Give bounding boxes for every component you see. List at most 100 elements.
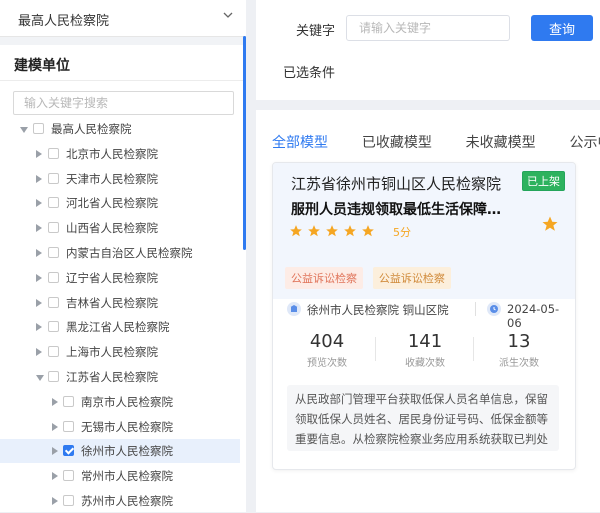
- model-list-panel: 全部模型 已收藏模型 未收藏模型 公示中 江苏省徐州市铜山区人民检察院 已上架 …: [256, 110, 600, 512]
- stat-value: 13: [507, 331, 531, 352]
- tree-node[interactable]: 徐州市人民检察院: [0, 439, 240, 464]
- tree-node[interactable]: 上海市人民检察院: [0, 340, 240, 364]
- caret-right-icon[interactable]: [36, 298, 42, 307]
- card-meta: 徐州市人民检察院 铜山区院 2024-05-06: [285, 300, 565, 330]
- tab-public[interactable]: 公示中: [569, 132, 600, 152]
- meta-divider: [475, 302, 476, 316]
- tree-checkbox[interactable]: [48, 371, 59, 382]
- tree-node[interactable]: 无锡市人民检察院: [0, 415, 240, 439]
- org-select-value: 最高人民检察院: [18, 14, 110, 29]
- tree-node-label: 常州市人民检察院: [81, 469, 173, 484]
- tree-node[interactable]: 吉林省人民检察院: [0, 291, 240, 315]
- tree-node-label: 辽宁省人民检察院: [66, 270, 158, 285]
- tree-node-label: 上海市人民检察院: [66, 345, 158, 360]
- card-org: 徐州市人民检察院 铜山区院: [307, 303, 449, 317]
- caret-right-icon[interactable]: [52, 397, 58, 406]
- tree-checkbox[interactable]: [48, 147, 59, 159]
- caret-down-icon[interactable]: [36, 375, 44, 381]
- left-panel: 最高人民检察院 建模单位 最高人民检察院北京市人民检察院天津市人民检察院河北省人…: [0, 0, 246, 512]
- stat-value: 404: [309, 331, 345, 352]
- tree-node[interactable]: 南京市人民检察院: [0, 390, 240, 414]
- tree-node-label: 徐州市人民检察院: [81, 444, 173, 459]
- rating-stars: [289, 223, 379, 238]
- tree-checkbox[interactable]: [48, 321, 59, 333]
- rating-score: 5分: [393, 226, 411, 239]
- tree-checkbox[interactable]: [48, 197, 59, 209]
- tab-favorited[interactable]: 已收藏模型: [362, 132, 432, 152]
- card-title[interactable]: 服刑人员违规领取最低生活保障金监督模型: [291, 199, 511, 219]
- rating-star-icon: [290, 224, 302, 236]
- tree-checkbox[interactable]: [48, 271, 59, 283]
- panel-title: 建模单位: [14, 58, 70, 74]
- org-select[interactable]: 最高人民检察院: [0, 0, 246, 37]
- tree-checkbox[interactable]: [48, 346, 59, 358]
- tab-all-models[interactable]: 全部模型: [272, 132, 328, 152]
- caret-right-icon[interactable]: [52, 497, 58, 505]
- caret-right-icon[interactable]: [36, 323, 42, 332]
- caret-right-icon[interactable]: [36, 174, 42, 183]
- tree-node-label: 苏州市人民检察院: [81, 494, 173, 508]
- rating-star-icon: [326, 224, 338, 236]
- tree-checkbox[interactable]: [63, 495, 74, 506]
- tree-node[interactable]: 内蒙古自治区人民检察院: [0, 241, 240, 265]
- rating-star-icon: [308, 224, 320, 236]
- card-stats: 404 预览次数 141 收藏次数 13 派生次数: [273, 331, 575, 371]
- stat-derived: 13 派生次数: [469, 331, 569, 369]
- stat-favorites: 141 收藏次数: [375, 331, 475, 369]
- caret-down-icon[interactable]: [20, 127, 28, 133]
- tree-node[interactable]: 天津市人民检察院: [0, 167, 240, 191]
- card-header: 江苏省徐州市铜山区人民检察院 已上架 服刑人员违规领取最低生活保障金监督模型 5…: [273, 163, 575, 299]
- section-divider: [0, 37, 246, 45]
- tree-checkbox[interactable]: [48, 247, 59, 258]
- tree-checkbox[interactable]: [48, 222, 59, 234]
- caret-right-icon[interactable]: [36, 249, 42, 257]
- tree-node[interactable]: 江苏省人民检察院: [0, 365, 240, 389]
- card-description: 从民政部门管理平台获取低保人员名单信息，保留领取低保人员姓名、居民身份证号码、低…: [287, 385, 559, 451]
- tree-node-label: 山西省人民检察院: [66, 221, 158, 236]
- scrollbar[interactable]: [243, 36, 246, 250]
- caret-right-icon[interactable]: [36, 149, 42, 158]
- tag: 公益诉讼检察: [285, 267, 363, 289]
- tag-list: 公益诉讼检察 公益诉讼检察: [285, 267, 457, 289]
- tree-checkbox[interactable]: [63, 470, 74, 482]
- tree-node[interactable]: 最高人民检察院: [0, 117, 240, 141]
- tree-node-label: 天津市人民检察院: [66, 171, 158, 186]
- caret-right-icon[interactable]: [36, 348, 42, 357]
- model-card[interactable]: 江苏省徐州市铜山区人民检察院 已上架 服刑人员违规领取最低生活保障金监督模型 5…: [272, 162, 576, 470]
- tree-node[interactable]: 黑龙江省人民检察院: [0, 315, 240, 339]
- keyword-input[interactable]: [347, 16, 509, 40]
- tree-node[interactable]: 北京市人民检察院: [0, 142, 240, 166]
- stat-label: 收藏次数: [405, 358, 445, 369]
- caret-right-icon[interactable]: [52, 447, 58, 456]
- tree-search-input[interactable]: [14, 92, 233, 114]
- tree-node[interactable]: 苏州市人民检察院: [0, 489, 240, 513]
- tree-checkbox[interactable]: [48, 296, 59, 308]
- tree-checkbox[interactable]: [63, 420, 74, 432]
- caret-right-icon[interactable]: [36, 273, 42, 282]
- tree-node[interactable]: 常州市人民检察院: [0, 464, 240, 488]
- tree-checkbox[interactable]: [63, 445, 74, 457]
- filter-panel: 关键字 查询 已选条件: [256, 0, 600, 100]
- favorite-star-icon[interactable]: [541, 215, 559, 233]
- query-button[interactable]: 查询: [531, 15, 593, 41]
- card-date: 2024-05-06: [507, 302, 560, 330]
- caret-right-icon[interactable]: [52, 472, 58, 481]
- stat-label: 派生次数: [499, 358, 539, 369]
- tab-unfavorited[interactable]: 未收藏模型: [466, 132, 536, 152]
- tree-checkbox[interactable]: [63, 395, 74, 407]
- status-badge: 已上架: [522, 171, 565, 191]
- caret-right-icon[interactable]: [36, 199, 42, 208]
- keyword-label: 关键字: [296, 24, 336, 39]
- selected-conditions-label: 已选条件: [283, 66, 336, 81]
- caret-right-icon[interactable]: [36, 224, 42, 233]
- caret-right-icon[interactable]: [52, 422, 58, 431]
- tree-node-label: 南京市人民检察院: [81, 394, 173, 409]
- tree-node-label: 最高人民检察院: [51, 122, 132, 136]
- tree-node[interactable]: 辽宁省人民检察院: [0, 266, 240, 290]
- rating-star-icon: [362, 224, 374, 236]
- stat-value: 141: [407, 331, 443, 352]
- tree-checkbox[interactable]: [48, 172, 59, 184]
- tree-checkbox[interactable]: [33, 123, 44, 134]
- tree-node[interactable]: 山西省人民检察院: [0, 216, 240, 240]
- tree-node[interactable]: 河北省人民检察院: [0, 191, 240, 215]
